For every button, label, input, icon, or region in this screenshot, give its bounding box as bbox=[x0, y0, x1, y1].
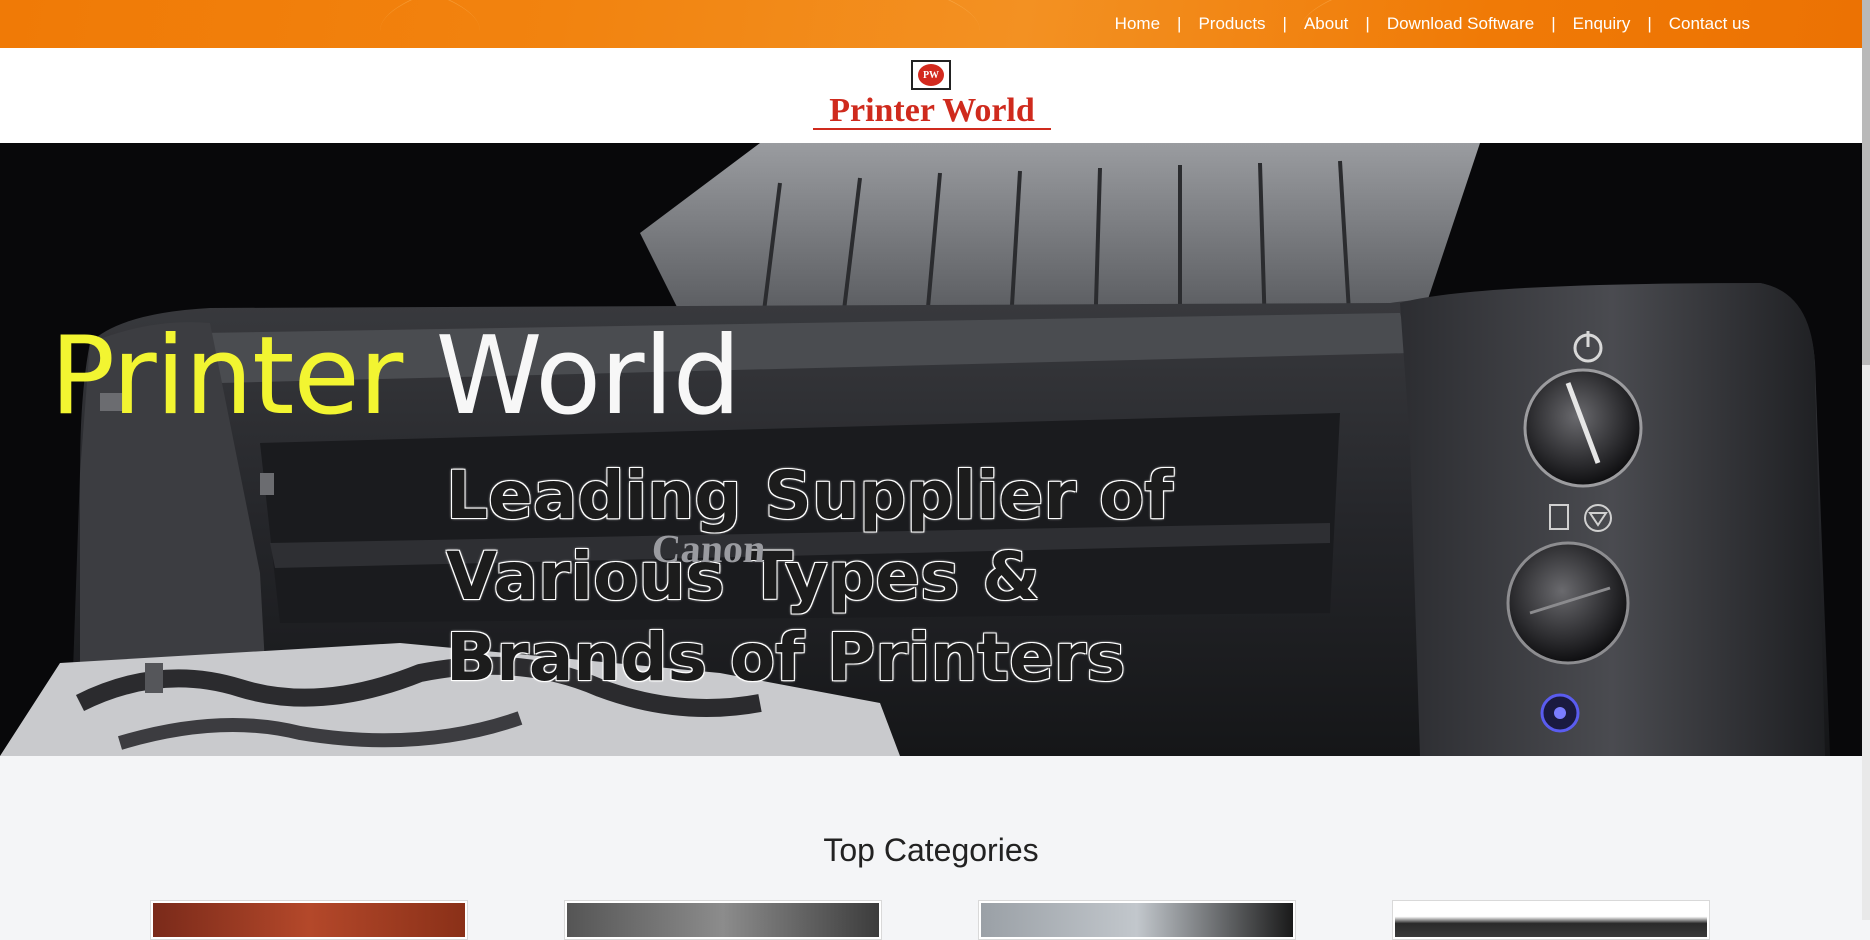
category-card[interactable] bbox=[564, 900, 882, 940]
category-image bbox=[153, 903, 465, 937]
page-scrollbar[interactable] bbox=[1862, 0, 1870, 920]
printer-brand-label: Canon bbox=[650, 526, 767, 571]
category-image bbox=[567, 903, 879, 937]
hero-subtitle: Leading Supplier of Various Types & Bran… bbox=[446, 455, 1206, 698]
decorative-swoosh bbox=[380, 0, 980, 48]
category-card[interactable] bbox=[1392, 900, 1710, 940]
scrollbar-thumb[interactable] bbox=[1862, 0, 1870, 365]
hero-title-word1: Printer bbox=[50, 314, 403, 439]
logo-icon[interactable]: PW bbox=[911, 60, 951, 90]
nav-about-link[interactable]: About bbox=[1304, 14, 1348, 34]
hero-banner: Printer World Leading Supplier of Variou… bbox=[0, 143, 1862, 756]
logo-underline bbox=[813, 128, 1051, 130]
nav-separator: | bbox=[1177, 14, 1182, 33]
top-categories-heading: Top Categories bbox=[823, 832, 1039, 868]
category-card[interactable] bbox=[150, 900, 468, 940]
category-image bbox=[1395, 903, 1707, 937]
nav-separator: | bbox=[1647, 14, 1652, 33]
nav-separator: | bbox=[1282, 14, 1287, 33]
hero-title: Printer World bbox=[50, 323, 741, 431]
logo-mark-text: PW bbox=[918, 64, 944, 86]
brand-name-logo[interactable]: Printer World bbox=[812, 92, 1052, 130]
nav-enquiry-link[interactable]: Enquiry bbox=[1573, 14, 1631, 34]
hero-title-word2: World bbox=[435, 314, 741, 439]
category-cards bbox=[0, 900, 1862, 940]
category-card[interactable] bbox=[978, 900, 1296, 940]
top-navigation-bar: Home | Products | About | Download Softw… bbox=[0, 0, 1862, 48]
nav-separator: | bbox=[1551, 14, 1556, 33]
category-image bbox=[981, 903, 1293, 937]
nav-contact-us-link[interactable]: Contact us bbox=[1669, 14, 1750, 34]
hero-subtitle-line: Various Types & bbox=[446, 538, 1040, 615]
logo-header: PW Printer World bbox=[0, 48, 1862, 143]
nav-home-link[interactable]: Home bbox=[1115, 14, 1160, 34]
nav-download-software-link[interactable]: Download Software bbox=[1387, 14, 1534, 34]
hero-subtitle-line: Leading Supplier of bbox=[446, 457, 1174, 534]
nav-separator: | bbox=[1365, 14, 1370, 33]
nav-products-link[interactable]: Products bbox=[1198, 14, 1265, 34]
hero-subtitle-line: Brands of Printers bbox=[446, 619, 1126, 696]
main-nav: Home | Products | About | Download Softw… bbox=[1115, 0, 1750, 48]
